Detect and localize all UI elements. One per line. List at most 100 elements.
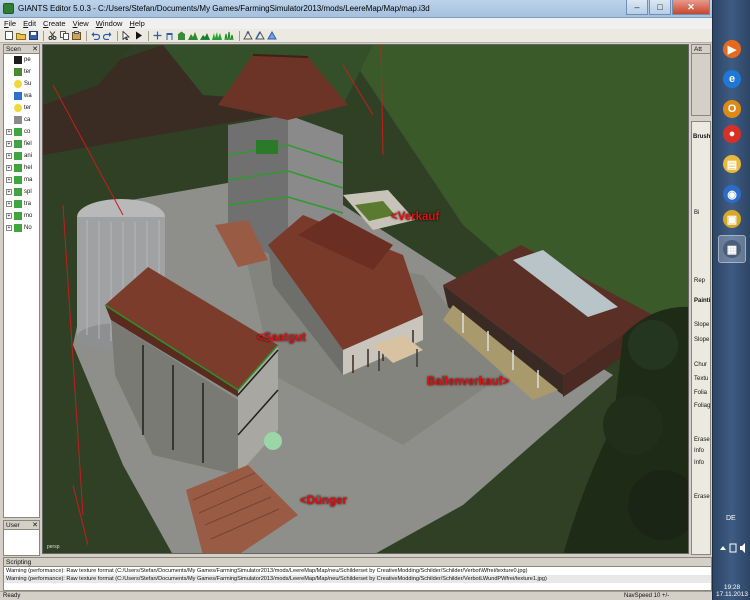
scenegraph-node[interactable]: + ma [4, 174, 39, 186]
paste-icon[interactable] [71, 31, 81, 41]
shape-icon [14, 116, 22, 124]
status-ready: Ready [3, 593, 21, 599]
transform-group-icon [14, 152, 22, 160]
redo-icon[interactable] [102, 31, 112, 41]
scenegraph-node[interactable]: + No [4, 222, 39, 234]
tool-label: Chur [694, 362, 708, 368]
close-button[interactable]: ✕ [672, 0, 710, 15]
edge-icon[interactable] [255, 31, 265, 41]
rotate-icon[interactable] [164, 31, 174, 41]
menu-create[interactable]: Create [43, 18, 66, 29]
face-icon[interactable] [267, 31, 277, 41]
media-player-taskbar-button[interactable]: ▶ [718, 35, 746, 63]
user-attributes-close-icon[interactable]: ✕ [30, 521, 38, 530]
scenegraph-title: Scen [6, 46, 21, 53]
scenegraph-node[interactable]: + co [4, 126, 39, 138]
terrain-sculpt-icon[interactable] [188, 31, 198, 41]
system-tray [716, 538, 748, 558]
scenegraph-node[interactable]: ter [4, 102, 39, 114]
giants-editor-icon: ▦ [723, 240, 741, 258]
terrain-paint-icon[interactable] [200, 31, 210, 41]
foliage-icon[interactable] [212, 31, 222, 41]
attributes-panel: Att [691, 44, 711, 116]
giants-editor-window: GIANTS Editor 5.0.3 - C:/Users/Stefan/Do… [0, 0, 712, 600]
tree-crown [628, 320, 678, 370]
transform-group-icon [14, 164, 22, 172]
expand-icon[interactable]: + [6, 153, 12, 159]
archive-taskbar-button[interactable]: ▣ [718, 205, 746, 233]
scenegraph-node[interactable]: Su [4, 78, 39, 90]
menu-view[interactable]: View [73, 18, 89, 29]
cursor-icon[interactable] [121, 31, 131, 41]
maximize-button[interactable]: □ [649, 0, 671, 15]
user-attributes-header: User ✕ [4, 521, 39, 530]
expand-icon[interactable]: + [6, 129, 12, 135]
explorer-taskbar-button[interactable]: ▤ [718, 150, 746, 178]
camera-icon [14, 56, 22, 64]
scenegraph-close-icon[interactable]: ✕ [30, 45, 38, 54]
toolbar-separator [239, 30, 240, 41]
menu-file[interactable]: File [4, 18, 16, 29]
media-player-icon: ▶ [723, 40, 741, 58]
copy-icon[interactable] [59, 31, 69, 41]
menu-edit[interactable]: Edit [23, 18, 36, 29]
transform-group-icon [14, 200, 22, 208]
cut-icon[interactable] [47, 31, 57, 41]
google-earth-taskbar-button[interactable]: ◉ [718, 180, 746, 208]
scenegraph-node-label: pe [24, 57, 31, 63]
tool-label: Folia [694, 390, 708, 396]
vertex-icon[interactable] [243, 31, 253, 41]
internet-explorer-taskbar-button[interactable]: e [718, 65, 746, 93]
scenegraph-node-label: co [24, 129, 31, 135]
scenegraph-node[interactable]: + mo [4, 210, 39, 222]
chrome-taskbar-button[interactable]: ● [718, 120, 746, 148]
scenegraph-node[interactable]: pe [4, 54, 39, 66]
expand-icon[interactable]: + [6, 201, 12, 207]
expand-icon[interactable]: + [6, 189, 12, 195]
terrain-tools-panel: Brush Bi Rep Paintin Slope L Slope Chur Textu F… [691, 121, 711, 555]
camera-label: persp [47, 544, 60, 550]
explorer-icon: ▤ [723, 155, 741, 173]
play-icon[interactable] [133, 31, 143, 41]
new-icon[interactable] [4, 31, 14, 41]
expand-icon[interactable]: + [6, 165, 12, 171]
tools-title: Brush [693, 134, 711, 140]
scenegraph-node[interactable]: wa [4, 90, 39, 102]
grass-icon[interactable] [224, 31, 234, 41]
expand-icon[interactable]: + [6, 177, 12, 183]
expand-icon[interactable]: + [6, 213, 12, 219]
outlook-taskbar-button[interactable]: O [718, 95, 746, 123]
3d-viewport[interactable]: <Verkauf <Saatgut Ballenverkauf> <Dünger… [42, 44, 689, 554]
archive-icon: ▣ [723, 210, 741, 228]
scenegraph-node[interactable]: + fiel [4, 138, 39, 150]
open-icon[interactable] [16, 31, 26, 41]
language-indicator[interactable]: DE [726, 515, 736, 522]
scale-icon[interactable] [176, 31, 186, 41]
title-bar: GIANTS Editor 5.0.3 - C:/Users/Stefan/Do… [0, 0, 712, 18]
menu-help[interactable]: Help [129, 18, 144, 29]
expand-icon[interactable]: + [6, 225, 12, 231]
move-icon[interactable] [152, 31, 162, 41]
undo-icon[interactable] [90, 31, 100, 41]
giants-app-icon [3, 3, 14, 14]
scenegraph-node-label: ca [24, 117, 31, 123]
expand-icon[interactable]: + [6, 141, 12, 147]
minimize-button[interactable]: – [626, 0, 648, 15]
taskbar-clock[interactable]: 19:28 17.11.2013 [714, 584, 750, 598]
light-icon [14, 104, 22, 112]
menu-window[interactable]: Window [96, 18, 123, 29]
scenegraph-node-label: No [24, 225, 32, 231]
scenegraph-node[interactable]: + spl [4, 186, 39, 198]
scenegraph-node[interactable]: + ani [4, 150, 39, 162]
google-earth-icon: ◉ [723, 185, 741, 203]
scenegraph-node[interactable]: + hel [4, 162, 39, 174]
toolbar [0, 29, 712, 43]
save-icon[interactable] [28, 31, 38, 41]
scripting-header: Scripting [4, 558, 711, 567]
giants-editor-taskbar-button[interactable]: ▦ [718, 235, 746, 263]
scenegraph-node[interactable]: ca [4, 114, 39, 126]
windows-taskbar: ▶ e O ● ▤ ◉ ▣ ▦ [712, 0, 750, 600]
scenegraph-node[interactable]: + tra [4, 198, 39, 210]
scenegraph-node[interactable]: ter [4, 66, 39, 78]
window-controls: – □ ✕ [625, 0, 710, 16]
